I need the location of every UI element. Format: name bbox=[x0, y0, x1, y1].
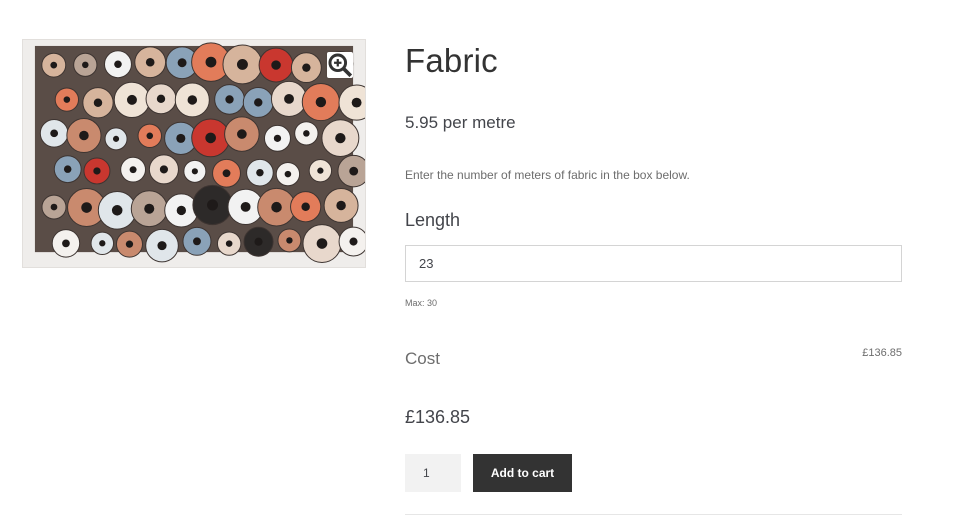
cost-value: £136.85 bbox=[862, 347, 902, 359]
quantity-input[interactable] bbox=[405, 454, 461, 492]
length-max-note: Max: 30 bbox=[405, 298, 438, 308]
thread-spools-photo bbox=[23, 40, 365, 267]
product-description: Enter the number of meters of fabric in … bbox=[405, 168, 690, 182]
magnifier-plus-icon bbox=[328, 53, 353, 78]
total-price: £136.85 bbox=[405, 407, 471, 427]
length-input[interactable] bbox=[405, 245, 902, 282]
divider bbox=[405, 514, 902, 515]
cost-label: Cost bbox=[405, 349, 440, 368]
zoom-button[interactable] bbox=[327, 52, 353, 78]
product-price: 5.95 per metre bbox=[405, 113, 516, 132]
add-to-cart-button[interactable]: Add to cart bbox=[473, 454, 572, 492]
product-image[interactable] bbox=[22, 39, 366, 268]
product-title: Fabric bbox=[405, 42, 498, 79]
length-label: Length bbox=[405, 210, 461, 230]
